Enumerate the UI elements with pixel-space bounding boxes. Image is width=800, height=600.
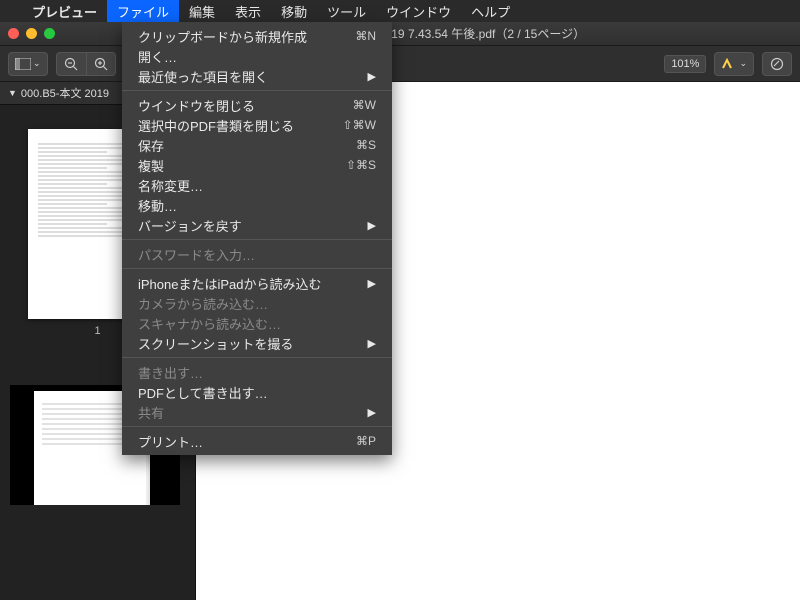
menu-new-from-clipboard[interactable]: クリップボードから新規作成⌘N — [122, 26, 392, 46]
menu-export-as-pdf[interactable]: PDFとして書き出す… — [122, 382, 392, 402]
menu-take-screenshot[interactable]: スクリーンショットを撮る▶ — [122, 333, 392, 353]
menu-import-camera: カメラから読み込む… — [122, 293, 392, 313]
menu-separator — [122, 357, 392, 358]
content-area: ▼ 000.B5-本文 2019 1 — [0, 82, 800, 600]
menu-edit[interactable]: 編集 — [179, 0, 225, 22]
menu-import-iphone-ipad[interactable]: iPhoneまたはiPadから読み込む▶ — [122, 273, 392, 293]
menu-move-to[interactable]: 移動… — [122, 195, 392, 215]
menu-separator — [122, 90, 392, 91]
zoom-group — [56, 52, 116, 76]
file-menu-dropdown: クリップボードから新規作成⌘N 開く… 最近使った項目を開く▶ ウインドウを閉じ… — [122, 22, 392, 455]
menu-tools[interactable]: ツール — [317, 0, 376, 22]
menu-save[interactable]: 保存⌘S — [122, 135, 392, 155]
submenu-arrow-icon: ▶ — [368, 277, 376, 290]
zoom-in-button[interactable] — [86, 52, 116, 76]
sidebar-tab-label: 000.B5-本文 2019 — [21, 85, 109, 101]
menu-import-scanner: スキャナから読み込む… — [122, 313, 392, 333]
sidebar-toggle-button[interactable]: ⌄ — [8, 52, 48, 76]
menu-revert-to[interactable]: バージョンを戻す▶ — [122, 215, 392, 235]
menu-open-recent[interactable]: 最近使った項目を開く▶ — [122, 66, 392, 86]
disclosure-triangle-icon: ▼ — [8, 88, 17, 98]
menu-separator — [122, 268, 392, 269]
menu-export: 書き出す… — [122, 362, 392, 382]
menu-help[interactable]: ヘルプ — [461, 0, 520, 22]
titlebar: 000.B5-本文 2019-07-19 7.43.54 午後.pdf（2 / … — [0, 22, 800, 46]
submenu-arrow-icon: ▶ — [368, 406, 376, 419]
preview-window: 000.B5-本文 2019-07-19 7.43.54 午後.pdf（2 / … — [0, 22, 800, 600]
menu-share: 共有▶ — [122, 402, 392, 422]
menu-file[interactable]: ファイル — [107, 0, 179, 22]
minimize-button[interactable] — [26, 28, 37, 39]
app-name[interactable]: プレビュー — [22, 2, 107, 21]
maximize-button[interactable] — [44, 28, 55, 39]
menu-enter-password: パスワードを入力… — [122, 244, 392, 264]
close-button[interactable] — [8, 28, 19, 39]
menu-go[interactable]: 移動 — [271, 0, 317, 22]
menu-print[interactable]: プリント…⌘P — [122, 431, 392, 451]
submenu-arrow-icon: ▶ — [368, 337, 376, 350]
submenu-arrow-icon: ▶ — [368, 219, 376, 232]
chevron-down-icon: ⌄ — [33, 58, 41, 69]
zoom-level[interactable]: 101% — [664, 55, 706, 73]
menu-view[interactable]: 表示 — [225, 0, 271, 22]
markup-button[interactable] — [762, 52, 792, 76]
submenu-arrow-icon: ▶ — [368, 70, 376, 83]
menu-open[interactable]: 開く… — [122, 46, 392, 66]
zoom-out-button[interactable] — [56, 52, 86, 76]
traffic-lights — [8, 28, 55, 39]
toolbar: ⌄ 101% ⌄ — [0, 46, 800, 82]
menu-separator — [122, 239, 392, 240]
highlight-button[interactable]: ⌄ — [714, 52, 754, 76]
menu-rename[interactable]: 名称変更… — [122, 175, 392, 195]
menu-duplicate[interactable]: 複製⇧⌘S — [122, 155, 392, 175]
menu-close-selected-pdf[interactable]: 選択中のPDF書類を閉じる⇧⌘W — [122, 115, 392, 135]
menu-window[interactable]: ウインドウ — [376, 0, 461, 22]
system-menubar: プレビュー ファイル 編集 表示 移動 ツール ウインドウ ヘルプ — [0, 0, 800, 22]
menu-separator — [122, 426, 392, 427]
menu-close-window[interactable]: ウインドウを閉じる⌘W — [122, 95, 392, 115]
chevron-down-icon: ⌄ — [739, 58, 747, 69]
